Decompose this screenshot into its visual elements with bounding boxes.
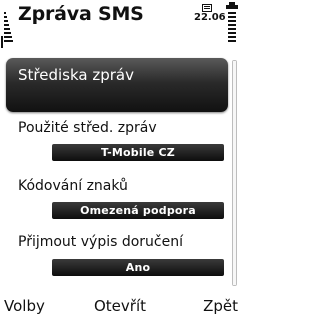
battery-level-icon bbox=[226, 2, 238, 42]
setting-label-delivery-report[interactable]: Přijmout výpis doručení bbox=[18, 234, 183, 250]
setting-value-delivery-report[interactable]: Ano bbox=[52, 259, 224, 276]
setting-label-character-encoding[interactable]: Kódování znaků bbox=[18, 178, 128, 194]
signal-strength-icon bbox=[1, 12, 13, 48]
setting-label-message-centre-in-use[interactable]: Použité střed. zpráv bbox=[18, 120, 157, 136]
status-bar: Zpráva SMS 22.06 bbox=[0, 0, 240, 52]
setting-value-message-centre-in-use[interactable]: T-Mobile CZ bbox=[52, 144, 224, 161]
setting-value-character-encoding[interactable]: Omezená podpora bbox=[52, 202, 224, 219]
phone-screen: Zpráva SMS 22.06 Střediska zpráv Použité… bbox=[0, 0, 240, 320]
back-softkey[interactable]: Zpět bbox=[203, 297, 238, 315]
page-title: Zpráva SMS bbox=[18, 3, 144, 25]
scrollbar-thumb[interactable] bbox=[233, 61, 236, 285]
scrollbar[interactable] bbox=[232, 60, 237, 286]
list-item-message-centres[interactable]: Střediska zpráv bbox=[6, 58, 228, 112]
message-indicator-icon bbox=[202, 4, 212, 12]
list-item-label: Střediska zpráv bbox=[18, 66, 134, 84]
softkey-bar: Volby Otevřít Zpět bbox=[0, 292, 240, 320]
settings-list: Střediska zpráv Použité střed. zpráv T-M… bbox=[0, 52, 240, 292]
clock: 22.06 bbox=[194, 12, 226, 23]
